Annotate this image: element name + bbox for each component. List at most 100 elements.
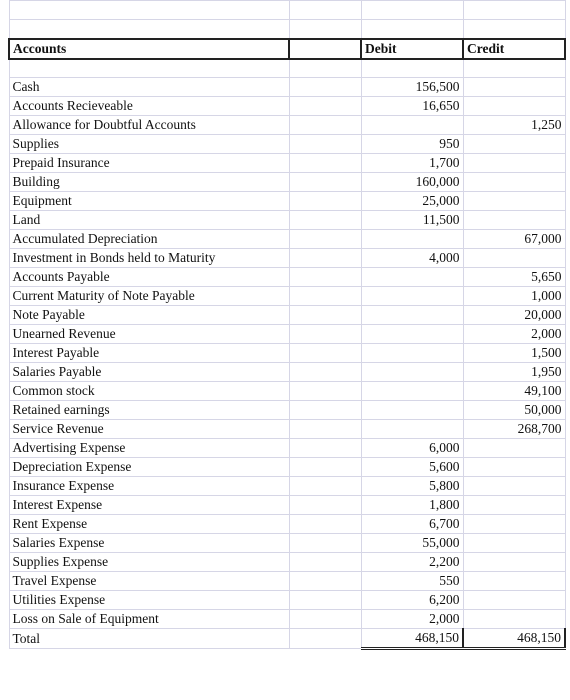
credit-cell[interactable]: 268,700 xyxy=(462,419,566,439)
empty-cell[interactable] xyxy=(288,267,362,287)
cell[interactable] xyxy=(462,0,566,20)
cell[interactable] xyxy=(360,0,464,20)
cell[interactable] xyxy=(288,58,362,78)
debit-cell[interactable]: 5,600 xyxy=(360,457,464,477)
empty-cell[interactable] xyxy=(288,362,362,382)
cell[interactable] xyxy=(288,0,362,20)
credit-cell[interactable]: 20,000 xyxy=(462,305,566,325)
credit-cell[interactable] xyxy=(462,77,566,97)
debit-cell[interactable]: 950 xyxy=(360,134,464,154)
cell[interactable] xyxy=(462,19,566,39)
credit-cell[interactable]: 1,950 xyxy=(462,362,566,382)
debit-cell[interactable]: 4,000 xyxy=(360,248,464,268)
cell[interactable] xyxy=(360,19,464,39)
account-name-cell[interactable]: Building xyxy=(8,172,290,192)
cell[interactable] xyxy=(288,19,362,39)
credit-cell[interactable] xyxy=(462,514,566,534)
debit-cell[interactable]: 6,700 xyxy=(360,514,464,534)
credit-cell[interactable] xyxy=(462,134,566,154)
empty-cell[interactable] xyxy=(288,628,362,649)
account-name-cell[interactable]: Rent Expense xyxy=(8,514,290,534)
cell[interactable] xyxy=(8,58,290,78)
empty-cell[interactable] xyxy=(288,552,362,572)
debit-cell[interactable]: 16,650 xyxy=(360,96,464,116)
debit-cell[interactable]: 6,200 xyxy=(360,590,464,610)
credit-cell[interactable]: 5,650 xyxy=(462,267,566,287)
empty-cell[interactable] xyxy=(288,495,362,515)
empty-cell[interactable] xyxy=(288,343,362,363)
credit-cell[interactable]: 49,100 xyxy=(462,381,566,401)
empty-cell[interactable] xyxy=(288,305,362,325)
credit-cell[interactable] xyxy=(462,191,566,211)
debit-cell[interactable]: 1,800 xyxy=(360,495,464,515)
total-debit[interactable]: 468,150 xyxy=(360,628,464,650)
account-name-cell[interactable]: Service Revenue xyxy=(8,419,290,439)
empty-cell[interactable] xyxy=(288,248,362,268)
credit-cell[interactable] xyxy=(462,172,566,192)
credit-cell[interactable] xyxy=(462,609,566,629)
account-name-cell[interactable]: Cash xyxy=(8,77,290,97)
debit-cell[interactable]: 5,800 xyxy=(360,476,464,496)
debit-cell[interactable]: 156,500 xyxy=(360,77,464,97)
account-name-cell[interactable]: Current Maturity of Note Payable xyxy=(8,286,290,306)
debit-cell[interactable]: 1,700 xyxy=(360,153,464,173)
credit-cell[interactable] xyxy=(462,248,566,268)
account-name-cell[interactable]: Accounts Recieveable xyxy=(8,96,290,116)
empty-cell[interactable] xyxy=(288,134,362,154)
debit-cell[interactable]: 11,500 xyxy=(360,210,464,230)
empty-cell[interactable] xyxy=(288,438,362,458)
empty-cell[interactable] xyxy=(288,476,362,496)
account-name-cell[interactable]: Salaries Payable xyxy=(8,362,290,382)
debit-cell[interactable] xyxy=(360,267,464,287)
empty-cell[interactable] xyxy=(288,286,362,306)
account-name-cell[interactable]: Accounts Payable xyxy=(8,267,290,287)
account-name-cell[interactable]: Supplies Expense xyxy=(8,552,290,572)
credit-cell[interactable] xyxy=(462,590,566,610)
header-debit[interactable]: Debit xyxy=(360,37,464,60)
account-name-cell[interactable]: Depreciation Expense xyxy=(8,457,290,477)
empty-cell[interactable] xyxy=(288,77,362,97)
empty-cell[interactable] xyxy=(288,457,362,477)
empty-cell[interactable] xyxy=(288,229,362,249)
account-name-cell[interactable]: Advertising Expense xyxy=(8,438,290,458)
total-credit[interactable]: 468,150 xyxy=(462,628,566,650)
empty-cell[interactable] xyxy=(288,191,362,211)
account-name-cell[interactable]: Utilities Expense xyxy=(8,590,290,610)
credit-cell[interactable] xyxy=(462,571,566,591)
header-accounts[interactable]: Accounts xyxy=(8,37,290,60)
account-name-cell[interactable]: Salaries Expense xyxy=(8,533,290,553)
credit-cell[interactable]: 50,000 xyxy=(462,400,566,420)
header-credit[interactable]: Credit xyxy=(462,37,566,60)
credit-cell[interactable] xyxy=(462,96,566,116)
credit-cell[interactable]: 2,000 xyxy=(462,324,566,344)
empty-cell[interactable] xyxy=(288,400,362,420)
account-name-cell[interactable]: Common stock xyxy=(8,381,290,401)
header-blank[interactable] xyxy=(288,37,362,60)
cell[interactable] xyxy=(8,0,290,20)
debit-cell[interactable] xyxy=(360,343,464,363)
debit-cell[interactable] xyxy=(360,115,464,135)
credit-cell[interactable]: 1,250 xyxy=(462,115,566,135)
account-name-cell[interactable]: Land xyxy=(8,210,290,230)
empty-cell[interactable] xyxy=(288,96,362,116)
debit-cell[interactable] xyxy=(360,286,464,306)
empty-cell[interactable] xyxy=(288,419,362,439)
cell[interactable] xyxy=(462,58,566,78)
account-name-cell[interactable]: Prepaid Insurance xyxy=(8,153,290,173)
account-name-cell[interactable]: Supplies xyxy=(8,134,290,154)
debit-cell[interactable]: 55,000 xyxy=(360,533,464,553)
credit-cell[interactable] xyxy=(462,552,566,572)
credit-cell[interactable] xyxy=(462,533,566,553)
account-name-cell[interactable]: Interest Payable xyxy=(8,343,290,363)
debit-cell[interactable] xyxy=(360,324,464,344)
account-name-cell[interactable]: Interest Expense xyxy=(8,495,290,515)
empty-cell[interactable] xyxy=(288,324,362,344)
account-name-cell[interactable]: Unearned Revenue xyxy=(8,324,290,344)
empty-cell[interactable] xyxy=(288,381,362,401)
credit-cell[interactable] xyxy=(462,438,566,458)
debit-cell[interactable]: 6,000 xyxy=(360,438,464,458)
debit-cell[interactable]: 2,000 xyxy=(360,609,464,629)
empty-cell[interactable] xyxy=(288,172,362,192)
empty-cell[interactable] xyxy=(288,153,362,173)
debit-cell[interactable]: 160,000 xyxy=(360,172,464,192)
